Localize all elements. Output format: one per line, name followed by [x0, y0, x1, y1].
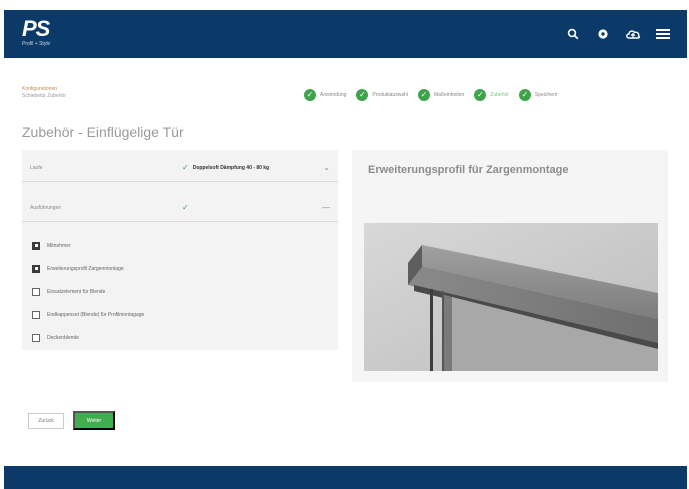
variant-select[interactable]: Ausführungen ✓ —	[22, 194, 338, 222]
option-erweiterungsprofil[interactable]: Erweiterungsprofil Zargenmontage	[32, 257, 144, 280]
step-masseinheiten[interactable]: ✓ Maßeinheiten	[418, 89, 464, 101]
settings-icon[interactable]	[595, 26, 611, 42]
product-preview-panel: Erweiterungsprofil für Zargenmontage	[352, 150, 668, 382]
field-value-text: Doppelsoft Dämpfung 40 - 80 kg	[192, 164, 270, 171]
check-icon: ✓	[418, 89, 430, 101]
option-endkappenset[interactable]: Endkappenset (Blende) für Profilmontagag…	[32, 303, 144, 326]
step-label: Anwendung	[320, 92, 347, 98]
field-value: ✓ Doppelsoft Dämpfung 40 - 80 kg	[182, 163, 269, 172]
option-label: Mitnehmer	[47, 242, 71, 249]
brand-logo[interactable]: PS Profil + Style	[22, 18, 62, 52]
header-actions	[565, 26, 671, 42]
check-icon: ✓	[182, 203, 189, 212]
step-label: Maßeinheiten	[434, 92, 465, 98]
option-label: Erweiterungsprofil Zargenmontage	[47, 265, 124, 272]
breadcrumb-link[interactable]: Konfigurationen	[22, 86, 66, 93]
page-title: Zubehör - Einflügelige Tür	[22, 124, 184, 140]
checkbox-checked[interactable]	[32, 264, 40, 273]
step-speichern[interactable]: ✓ Speichern	[518, 89, 558, 101]
step-label: Produktauswahl	[372, 92, 408, 98]
option-deckenblende[interactable]: Deckenblende	[32, 326, 144, 349]
breadcrumb-current: Schiebetür Zubehör	[22, 93, 66, 99]
checkbox[interactable]	[32, 287, 40, 296]
back-button[interactable]: Zurück	[28, 413, 64, 429]
search-icon[interactable]	[565, 26, 581, 42]
checkbox[interactable]	[32, 333, 40, 342]
step-label: Speichern	[534, 92, 558, 98]
cloud-icon[interactable]	[625, 26, 641, 42]
check-icon: ✓	[474, 89, 487, 101]
step-label: Zubehör	[490, 92, 509, 98]
step-zubehoer[interactable]: ✓ Zubehör	[474, 89, 509, 101]
logo-mark: PS	[22, 16, 50, 41]
check-icon: ✓	[518, 89, 531, 101]
check-icon: ✓	[182, 163, 189, 172]
field-label: Laufe	[30, 164, 43, 171]
top-navbar: PS Profil + Style	[4, 10, 687, 58]
option-label: Deckenblende	[47, 334, 79, 341]
check-icon: ✓	[356, 89, 369, 101]
option-label: Endkappenset (Blende) für Profilmontagag…	[47, 311, 145, 318]
option-checklist: Mitnehmer Erweiterungsprofil Zargenmonta…	[32, 234, 144, 349]
product-image	[364, 223, 658, 371]
field-label: Ausführungen	[30, 204, 62, 211]
option-label: Einsatzelement für Blende	[47, 288, 106, 295]
logo-subtitle: Profil + Style	[22, 41, 51, 47]
footer-bar	[4, 466, 687, 489]
collapse-icon[interactable]: —	[322, 203, 330, 212]
next-button[interactable]: Weiter	[73, 411, 115, 430]
progress-steps: ✓ Anwendung ✓ Produktauswahl ✓ Maßeinhei…	[304, 89, 557, 101]
accessory-options-panel: Laufe ✓ Doppelsoft Dämpfung 40 - 80 kg ⌄…	[22, 150, 338, 350]
breadcrumb: Konfigurationen Schiebetür Zubehör	[22, 86, 66, 100]
chevron-down-icon[interactable]: ⌄	[323, 163, 330, 172]
option-mitnehmer[interactable]: Mitnehmer	[32, 234, 144, 257]
check-icon: ✓	[304, 89, 316, 101]
runner-select[interactable]: Laufe ✓ Doppelsoft Dämpfung 40 - 80 kg ⌄	[22, 154, 338, 182]
option-einsatzelement[interactable]: Einsatzelement für Blende	[32, 280, 144, 303]
preview-title: Erweiterungsprofil für Zargenmontage	[368, 164, 569, 176]
field-value: ✓	[182, 203, 193, 212]
step-anwendung[interactable]: ✓ Anwendung	[304, 89, 346, 101]
checkbox[interactable]	[32, 310, 40, 319]
menu-icon[interactable]	[655, 26, 671, 42]
step-produktauswahl[interactable]: ✓ Produktauswahl	[356, 89, 408, 101]
checkbox-checked[interactable]	[32, 241, 40, 250]
sliding-door-profile-image	[364, 223, 658, 371]
